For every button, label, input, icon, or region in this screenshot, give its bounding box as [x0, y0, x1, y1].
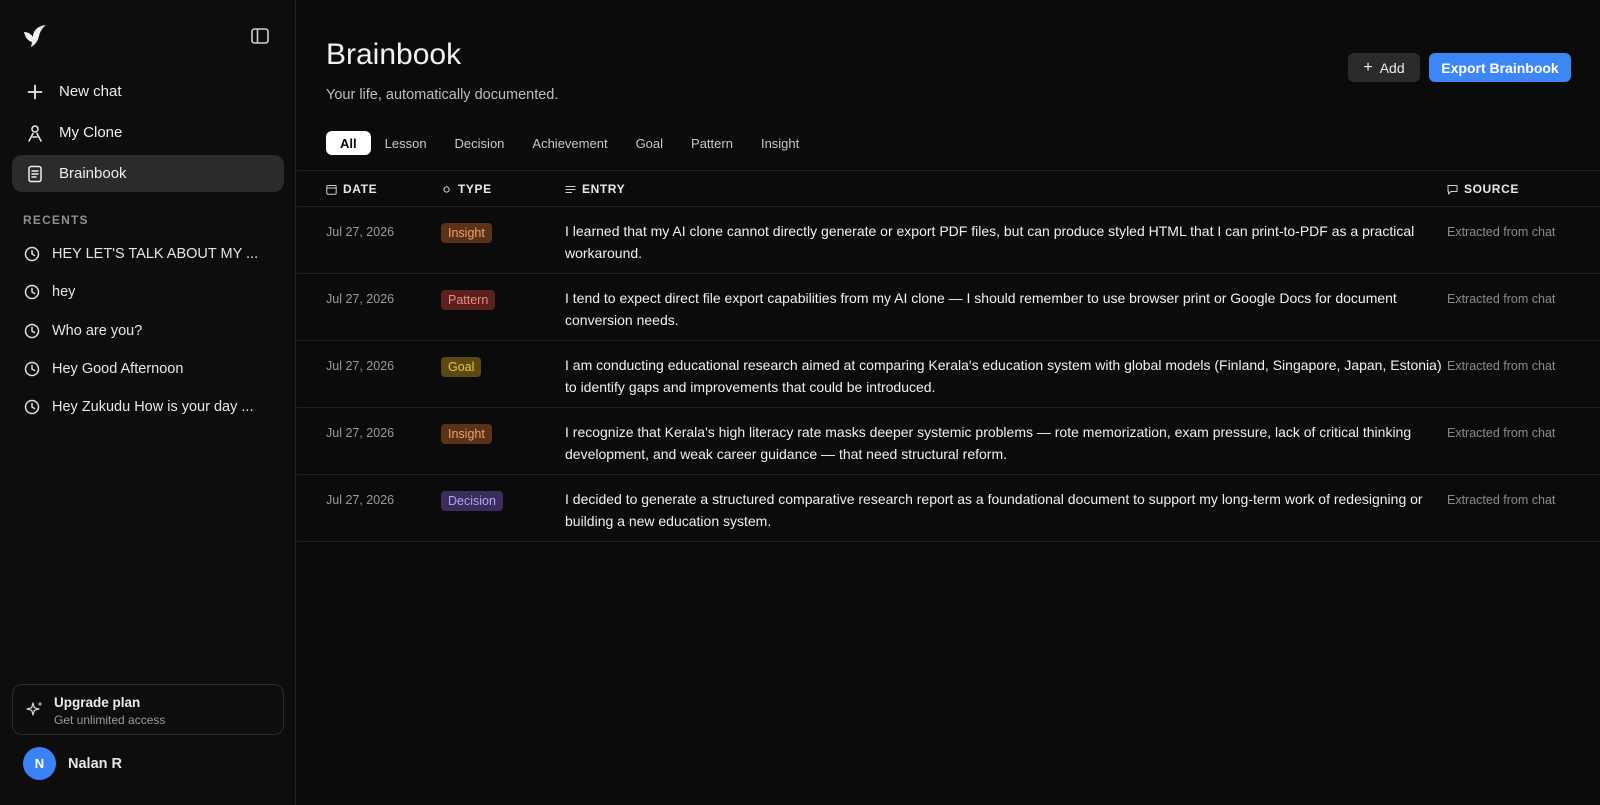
user-name: Nalan R — [68, 755, 122, 772]
type-badge: Pattern — [441, 290, 496, 310]
page-title: Brainbook — [326, 38, 462, 71]
column-entry-label: ENTRY — [582, 182, 626, 196]
entry-text: I decided to generate a structured compa… — [565, 491, 1423, 529]
add-button[interactable]: + Add — [1348, 53, 1420, 82]
recent-chat-title: Hey Good Afternoon — [52, 361, 184, 377]
column-type[interactable]: TYPE — [441, 182, 492, 196]
chat-bubble-icon — [1447, 184, 1458, 194]
upgrade-plan-button[interactable]: Upgrade plan Get unlimited access — [12, 684, 284, 735]
type-badge: Insight — [441, 424, 492, 444]
sidebar-toggle-icon[interactable] — [250, 26, 270, 46]
entry-date: Jul 27, 2026 — [326, 359, 395, 373]
notebook-icon — [26, 165, 44, 183]
type-badge: Insight — [441, 223, 492, 243]
lines-icon — [565, 185, 576, 193]
plus-icon — [26, 83, 44, 101]
export-brainbook-button[interactable]: Export Brainbook — [1429, 53, 1571, 82]
entry-date: Jul 27, 2026 — [326, 225, 395, 239]
tab-lesson[interactable]: Lesson — [371, 131, 441, 155]
my-clone-button[interactable]: My Clone — [12, 114, 284, 151]
column-type-label: TYPE — [458, 182, 492, 196]
filter-tabs: All Lesson Decision Achievement Goal Pat… — [326, 131, 813, 155]
clock-icon — [24, 246, 40, 262]
entry-text: I learned that my AI clone cannot direct… — [565, 223, 1415, 261]
table-row[interactable]: Jul 27, 2026 Pattern I tend to expect di… — [297, 274, 1600, 341]
tab-all[interactable]: All — [326, 131, 371, 155]
clock-icon — [24, 323, 40, 339]
brainbook-button[interactable]: Brainbook — [12, 155, 284, 192]
tab-insight[interactable]: Insight — [747, 131, 813, 155]
entry-date: Jul 27, 2026 — [326, 426, 395, 440]
recents-heading: RECENTS — [23, 213, 89, 227]
entry-source: Extracted from chat — [1447, 225, 1556, 239]
entry-text: I recognize that Kerala's high literacy … — [565, 424, 1412, 462]
recent-chat-title: Who are you? — [52, 323, 143, 339]
entry-source: Extracted from chat — [1447, 292, 1556, 306]
sparkle-icon — [26, 701, 43, 716]
tab-goal[interactable]: Goal — [622, 131, 677, 155]
user-profile[interactable]: N Nalan R — [23, 747, 122, 780]
bird-logo-icon[interactable] — [22, 24, 48, 48]
column-date[interactable]: DATE — [326, 182, 377, 196]
nav-label: Brainbook — [59, 165, 127, 182]
calendar-icon — [326, 184, 337, 195]
recent-chat-item[interactable]: Hey Good Afternoon — [24, 356, 274, 382]
main-content: Brainbook Your life, automatically docum… — [297, 0, 1600, 805]
recent-chat-item[interactable]: Hey Zukudu How is your day ... — [24, 394, 274, 420]
person-icon — [26, 124, 44, 142]
entry-source: Extracted from chat — [1447, 426, 1556, 440]
table-row[interactable]: Jul 27, 2026 Insight I learned that my A… — [297, 207, 1600, 274]
sidebar: New chat My Clone Brainbook RECENTS HEY … — [0, 0, 296, 805]
column-source-label: SOURCE — [1464, 182, 1519, 196]
add-label: Add — [1379, 59, 1405, 76]
avatar: N — [23, 747, 56, 780]
new-chat-button[interactable]: New chat — [12, 73, 284, 110]
table-row[interactable]: Jul 27, 2026 Insight I recognize that Ke… — [297, 408, 1600, 475]
recent-chat-item[interactable]: hey — [24, 279, 274, 305]
entries-table: DATE TYPE ENTRY SOURCE Jul 27, 2026 Insi… — [297, 170, 1600, 542]
entry-text: I tend to expect direct file export capa… — [565, 290, 1397, 328]
column-entry[interactable]: ENTRY — [565, 182, 625, 196]
clock-icon — [24, 399, 40, 415]
recent-chat-item[interactable]: Who are you? — [24, 318, 274, 344]
tab-pattern[interactable]: Pattern — [677, 131, 747, 155]
tab-achievement[interactable]: Achievement — [518, 131, 621, 155]
column-date-label: DATE — [343, 182, 378, 196]
entry-source: Extracted from chat — [1447, 359, 1556, 373]
table-header: DATE TYPE ENTRY SOURCE — [297, 171, 1600, 207]
tab-decision[interactable]: Decision — [441, 131, 519, 155]
column-source[interactable]: SOURCE — [1447, 182, 1519, 196]
type-badge: Goal — [441, 357, 482, 377]
recent-chat-title: hey — [52, 284, 76, 300]
nav-label: New chat — [59, 83, 122, 100]
nav-label: My Clone — [59, 124, 123, 141]
entry-date: Jul 27, 2026 — [326, 493, 395, 507]
type-badge: Decision — [441, 491, 503, 511]
clock-icon — [24, 284, 40, 300]
table-row[interactable]: Jul 27, 2026 Decision I decided to gener… — [297, 475, 1600, 542]
plus-icon: + — [1363, 58, 1373, 76]
entry-text: I am conducting educational research aim… — [565, 357, 1442, 395]
page-subtitle: Your life, automatically documented. — [326, 87, 559, 103]
table-row[interactable]: Jul 27, 2026 Goal I am conducting educat… — [297, 341, 1600, 408]
recent-chat-title: HEY LET'S TALK ABOUT MY ... — [52, 246, 259, 262]
upgrade-title: Upgrade plan — [54, 695, 141, 710]
upgrade-subtitle: Get unlimited access — [54, 713, 166, 727]
recent-chat-item[interactable]: HEY LET'S TALK ABOUT MY ... — [24, 241, 274, 267]
circle-icon — [443, 185, 450, 193]
entry-date: Jul 27, 2026 — [326, 292, 395, 306]
clock-icon — [24, 361, 40, 377]
entry-source: Extracted from chat — [1447, 493, 1556, 507]
recent-chat-title: Hey Zukudu How is your day ... — [52, 399, 254, 415]
